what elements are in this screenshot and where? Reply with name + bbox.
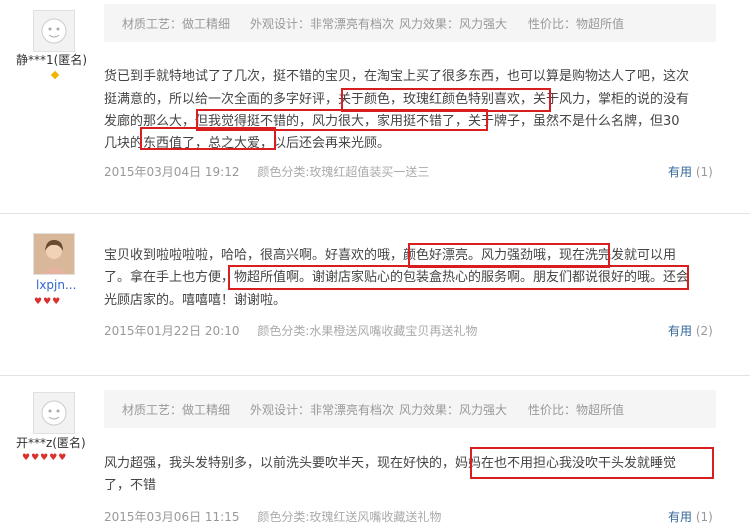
- sku-variant: 颜色分类:玫瑰红超值装买一送三: [257, 165, 430, 179]
- divider: [0, 213, 750, 214]
- divider: [0, 375, 750, 376]
- review-meta: 2015年03月04日 19:12 颜色分类:玫瑰红超值装买一送三: [104, 163, 429, 180]
- sku-variant: 颜色分类:水果橙送风嘴收藏宝贝再送礼物: [257, 324, 478, 338]
- tag-appearance: 外观设计：非常漂亮有档次: [250, 403, 395, 417]
- tag-value: 性价比：物超所值: [528, 17, 625, 31]
- review-date: 2015年03月06日 11:15: [104, 510, 240, 524]
- buyer-level-hearts-icon: ♥♥♥: [34, 297, 62, 307]
- username[interactable]: 静***1(匿名): [16, 51, 87, 68]
- useful-count: (1): [695, 165, 713, 179]
- review-text-line: 货已到手就特地试了了几次，挺不错的宝贝，在淘宝上买了很多东西，也可以算是购物达人…: [104, 69, 690, 84]
- tag-wind: 风力效果：风力强大: [399, 403, 508, 417]
- useful-label: 有用: [668, 165, 693, 179]
- tag-wind: 风力效果：风力强大: [399, 17, 508, 31]
- tag-bar: 材质工艺：做工精细 外观设计：非常漂亮有档次 风力效果：风力强大 性价比：物超所…: [104, 4, 716, 42]
- review-meta: 2015年01月22日 20:10 颜色分类:水果橙送风嘴收藏宝贝再送礼物: [104, 322, 477, 339]
- profile-photo-icon: [34, 234, 74, 274]
- review-text-line: 几块的东西值了，总之大爱，以后还会再来光顾。: [104, 136, 391, 151]
- tag-bar: 材质工艺：做工精细 外观设计：非常漂亮有档次 风力效果：风力强大 性价比：物超所…: [104, 390, 716, 428]
- review-text-line: 了，不错: [104, 478, 157, 493]
- review-text-line: 风力超强，我头发特别多，以前洗头要吹半天，现在好快的，妈妈在也不用担心我没吹干头…: [104, 456, 677, 471]
- review-date: 2015年03月04日 19:12: [104, 165, 240, 179]
- review-date: 2015年01月22日 20:10: [104, 324, 240, 338]
- default-avatar[interactable]: [33, 392, 75, 434]
- avatar-face-icon: [41, 18, 67, 44]
- useful-button[interactable]: 有用 (2): [668, 322, 713, 339]
- sku-variant: 颜色分类:玫瑰红送风嘴收藏送礼物: [257, 510, 442, 524]
- username[interactable]: 开***z(匿名): [16, 434, 86, 451]
- buyer-level-icon: [50, 70, 60, 80]
- useful-label: 有用: [668, 324, 693, 338]
- default-avatar[interactable]: [33, 10, 75, 52]
- useful-count: (1): [695, 510, 713, 524]
- user-avatar[interactable]: [33, 233, 75, 275]
- review-text-line: 宝贝收到啦啦啦啦，哈哈，很高兴啊。好喜欢的哦，颜色好漂亮。风力强劲哦，现在洗完发…: [104, 248, 677, 263]
- review-text-line: 发廊的那么大，但我觉得挺不错的，风力很大，家用挺不错了，关于牌子，虽然不是什么名…: [104, 114, 680, 129]
- review-text-line: 了。拿在手上也方便，物超所值啊。谢谢店家贴心的包装盒热心的服务啊。朋友们都说很好…: [104, 270, 690, 285]
- review-text-line: 挺满意的，所以给一次全面的多字好评，关于颜色，玫瑰红颜色特别喜欢，关于风力，掌柜…: [104, 92, 690, 107]
- tag-material: 材质工艺：做工精细: [122, 17, 231, 31]
- useful-button[interactable]: 有用 (1): [668, 508, 713, 525]
- buyer-level-hearts-icon: ♥♥♥♥♥: [22, 453, 68, 463]
- useful-count: (2): [695, 324, 713, 338]
- review-meta: 2015年03月06日 11:15 颜色分类:玫瑰红送风嘴收藏送礼物: [104, 508, 441, 525]
- useful-button[interactable]: 有用 (1): [668, 163, 713, 180]
- avatar-face-icon: [41, 400, 67, 426]
- tag-material: 材质工艺：做工精细: [122, 403, 231, 417]
- tag-appearance: 外观设计：非常漂亮有档次: [250, 17, 395, 31]
- tag-value: 性价比：物超所值: [528, 403, 625, 417]
- useful-label: 有用: [668, 510, 693, 524]
- username[interactable]: lxpjn...: [36, 278, 76, 292]
- review-text-line: 光顾店家的。嘻嘻嘻！谢谢啦。: [104, 293, 287, 308]
